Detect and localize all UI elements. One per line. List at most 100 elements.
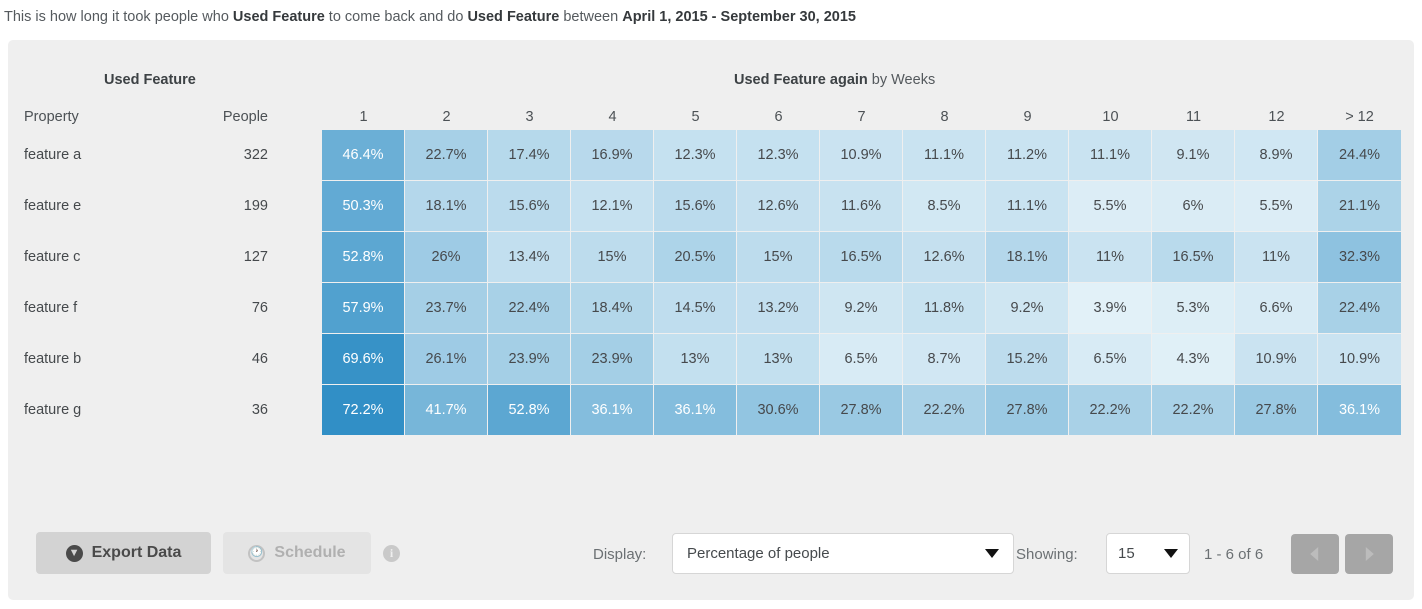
heatmap-cell[interactable]: 22.4% (488, 283, 571, 334)
column-header-week-10[interactable]: 10 (1069, 104, 1152, 130)
heatmap-cell[interactable]: 5.3% (1152, 283, 1235, 334)
heatmap-cell[interactable]: 11.6% (820, 181, 903, 232)
heatmap-cell[interactable]: 15.6% (654, 181, 737, 232)
heatmap-cell[interactable]: 32.3% (1318, 232, 1401, 283)
heatmap-cell[interactable]: 11.8% (903, 283, 986, 334)
heatmap-cell[interactable]: 16.5% (1152, 232, 1235, 283)
heatmap-cell[interactable]: 50.3% (322, 181, 405, 232)
heatmap-cell[interactable]: 12.3% (737, 130, 820, 181)
column-header-week-12[interactable]: 12 (1235, 104, 1318, 130)
heatmap-cell[interactable]: 11% (1235, 232, 1318, 283)
heatmap-cell[interactable]: 15% (571, 232, 654, 283)
heatmap-cell[interactable]: 24.4% (1318, 130, 1401, 181)
heatmap-cell[interactable]: 11.1% (903, 130, 986, 181)
heatmap-cell[interactable]: 15% (737, 232, 820, 283)
heatmap-cell[interactable]: 11.2% (986, 130, 1069, 181)
heatmap-cell[interactable]: 20.5% (654, 232, 737, 283)
rows-per-page-select[interactable]: 15 (1106, 533, 1190, 574)
heatmap-cell[interactable]: 5.5% (1235, 181, 1318, 232)
heatmap-cell[interactable]: 22.2% (1152, 385, 1235, 436)
display-select[interactable]: Percentage of people (672, 533, 1014, 574)
heatmap-cell[interactable]: 72.2% (322, 385, 405, 436)
column-header-week-3[interactable]: 3 (488, 104, 571, 130)
column-header-week-2[interactable]: 2 (405, 104, 488, 130)
heatmap-cell[interactable]: 27.8% (820, 385, 903, 436)
heatmap-cell[interactable]: 22.4% (1318, 283, 1401, 334)
heatmap-cell[interactable]: 8.5% (903, 181, 986, 232)
heatmap-cell[interactable]: 3.9% (1069, 283, 1152, 334)
heatmap-cell[interactable]: 6% (1152, 181, 1235, 232)
heatmap-cell[interactable]: 11.1% (986, 181, 1069, 232)
heatmap-cell[interactable]: 8.7% (903, 334, 986, 385)
heatmap-cell[interactable]: 36.1% (1318, 385, 1401, 436)
heatmap-cell[interactable]: 12.1% (571, 181, 654, 232)
column-header-people[interactable]: People (178, 104, 268, 130)
heatmap-cell[interactable]: 23.9% (488, 334, 571, 385)
heatmap-cell[interactable]: 52.8% (322, 232, 405, 283)
info-icon[interactable]: i (383, 545, 400, 562)
heatmap-cell[interactable]: 11.1% (1069, 130, 1152, 181)
heatmap-cell[interactable]: 9.2% (986, 283, 1069, 334)
column-header-week-1[interactable]: 1 (322, 104, 405, 130)
heatmap-cell[interactable]: 12.3% (654, 130, 737, 181)
row-property-name[interactable]: feature b (24, 334, 174, 385)
heatmap-cell[interactable]: 13% (654, 334, 737, 385)
heatmap-cell[interactable]: 26.1% (405, 334, 488, 385)
column-header-week-6[interactable]: 6 (737, 104, 820, 130)
heatmap-cell[interactable]: 4.3% (1152, 334, 1235, 385)
heatmap-cell[interactable]: 41.7% (405, 385, 488, 436)
heatmap-cell[interactable]: 27.8% (1235, 385, 1318, 436)
next-page-button[interactable] (1345, 534, 1393, 574)
heatmap-cell[interactable]: 13.4% (488, 232, 571, 283)
heatmap-cell[interactable]: 16.9% (571, 130, 654, 181)
heatmap-cell[interactable]: 9.1% (1152, 130, 1235, 181)
heatmap-cell[interactable]: 12.6% (737, 181, 820, 232)
column-header-week-7[interactable]: 7 (820, 104, 903, 130)
heatmap-cell[interactable]: 26% (405, 232, 488, 283)
heatmap-cell[interactable]: 23.9% (571, 334, 654, 385)
heatmap-cell[interactable]: 22.2% (903, 385, 986, 436)
heatmap-cell[interactable]: 36.1% (571, 385, 654, 436)
heatmap-cell[interactable]: 6.6% (1235, 283, 1318, 334)
heatmap-cell[interactable]: 30.6% (737, 385, 820, 436)
heatmap-cell[interactable]: 5.5% (1069, 181, 1152, 232)
heatmap-cell[interactable]: 12.6% (903, 232, 986, 283)
column-header-week-13[interactable]: > 12 (1318, 104, 1401, 130)
heatmap-cell[interactable]: 16.5% (820, 232, 903, 283)
row-property-name[interactable]: feature c (24, 232, 174, 283)
heatmap-cell[interactable]: 10.9% (1235, 334, 1318, 385)
heatmap-cell[interactable]: 18.1% (986, 232, 1069, 283)
heatmap-cell[interactable]: 23.7% (405, 283, 488, 334)
heatmap-cell[interactable]: 9.2% (820, 283, 903, 334)
heatmap-cell[interactable]: 57.9% (322, 283, 405, 334)
heatmap-cell[interactable]: 15.6% (488, 181, 571, 232)
heatmap-cell[interactable]: 18.1% (405, 181, 488, 232)
heatmap-cell[interactable]: 21.1% (1318, 181, 1401, 232)
export-data-button[interactable]: ▼ Export Data (36, 532, 211, 574)
heatmap-cell[interactable]: 22.7% (405, 130, 488, 181)
column-header-property[interactable]: Property (24, 104, 164, 130)
heatmap-cell[interactable]: 14.5% (654, 283, 737, 334)
heatmap-cell[interactable]: 13.2% (737, 283, 820, 334)
heatmap-cell[interactable]: 52.8% (488, 385, 571, 436)
column-header-week-8[interactable]: 8 (903, 104, 986, 130)
row-property-name[interactable]: feature g (24, 385, 174, 436)
heatmap-cell[interactable]: 6.5% (820, 334, 903, 385)
heatmap-cell[interactable]: 22.2% (1069, 385, 1152, 436)
heatmap-cell[interactable]: 10.9% (1318, 334, 1401, 385)
heatmap-cell[interactable]: 11% (1069, 232, 1152, 283)
heatmap-cell[interactable]: 17.4% (488, 130, 571, 181)
column-header-week-4[interactable]: 4 (571, 104, 654, 130)
heatmap-cell[interactable]: 69.6% (322, 334, 405, 385)
heatmap-cell[interactable]: 13% (737, 334, 820, 385)
column-header-week-11[interactable]: 11 (1152, 104, 1235, 130)
heatmap-cell[interactable]: 10.9% (820, 130, 903, 181)
heatmap-cell[interactable]: 15.2% (986, 334, 1069, 385)
schedule-button[interactable]: 🕐 Schedule (223, 532, 371, 574)
previous-page-button[interactable] (1291, 534, 1339, 574)
row-property-name[interactable]: feature f (24, 283, 174, 334)
heatmap-cell[interactable]: 36.1% (654, 385, 737, 436)
heatmap-cell[interactable]: 18.4% (571, 283, 654, 334)
column-header-week-5[interactable]: 5 (654, 104, 737, 130)
row-property-name[interactable]: feature a (24, 130, 174, 181)
